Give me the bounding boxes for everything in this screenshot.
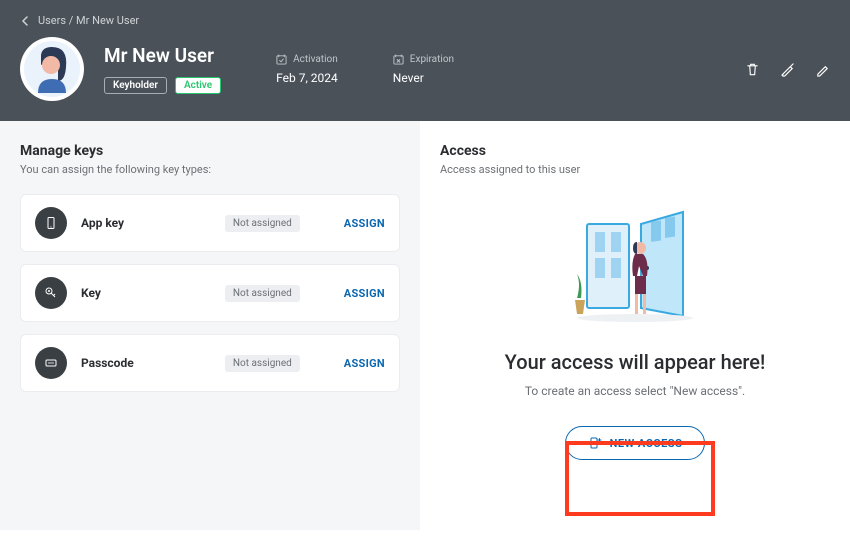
calendar-icon [276, 54, 287, 65]
breadcrumb-path[interactable]: Users / Mr New User [38, 14, 139, 27]
page-title: Mr New User [104, 44, 221, 67]
access-title: Access [440, 143, 830, 159]
manage-keys-panel: Manage keys You can assign the following… [0, 121, 420, 530]
assign-button[interactable]: ASSIGN [344, 357, 385, 370]
empty-state-subtitle: To create an access select "New access". [525, 384, 745, 398]
activation-meta: Activation Feb 7, 2024 [276, 54, 338, 85]
expiration-value: Never [393, 71, 454, 85]
key-status: Not assigned [225, 215, 300, 232]
key-card-app-key: App key Not assigned ASSIGN [20, 194, 400, 252]
key-card-key: Key Not assigned ASSIGN [20, 264, 400, 322]
manage-keys-title: Manage keys [20, 143, 400, 159]
passcode-icon [35, 347, 67, 379]
door-illustration [565, 206, 705, 326]
access-panel: Access Access assigned to this user [420, 121, 850, 530]
expiration-meta: Expiration Never [393, 54, 454, 85]
expiration-label: Expiration [410, 54, 454, 65]
header: Users / Mr New User Mr New User Keyholde… [0, 0, 850, 121]
key-status: Not assigned [225, 285, 300, 302]
new-access-label: NEW ACCESS [610, 437, 683, 450]
activation-value: Feb 7, 2024 [276, 71, 338, 85]
delete-icon[interactable] [745, 62, 760, 77]
status-badge: Active [175, 77, 221, 94]
edit-icon[interactable] [815, 62, 830, 77]
key-status: Not assigned [225, 355, 300, 372]
access-subtitle: Access assigned to this user [440, 163, 830, 176]
disable-edit-icon[interactable] [780, 62, 795, 77]
calendar-x-icon [393, 54, 404, 65]
key-name: App key [81, 216, 161, 230]
key-name: Passcode [81, 356, 161, 370]
door-plus-icon [588, 436, 602, 450]
key-name: Key [81, 286, 161, 300]
back-icon[interactable] [20, 16, 30, 26]
key-icon [35, 277, 67, 309]
key-card-passcode: Passcode Not assigned ASSIGN [20, 334, 400, 392]
new-access-button[interactable]: NEW ACCESS [565, 426, 706, 460]
avatar [20, 37, 84, 101]
empty-state-title: Your access will appear here! [505, 350, 766, 374]
phone-icon [35, 207, 67, 239]
activation-label: Activation [293, 54, 338, 65]
assign-button[interactable]: ASSIGN [344, 287, 385, 300]
access-empty-state: Your access will appear here! To create … [440, 206, 830, 460]
manage-keys-subtitle: You can assign the following key types: [20, 163, 400, 176]
role-badge: Keyholder [104, 77, 167, 94]
assign-button[interactable]: ASSIGN [344, 217, 385, 230]
breadcrumb: Users / Mr New User [20, 14, 830, 27]
